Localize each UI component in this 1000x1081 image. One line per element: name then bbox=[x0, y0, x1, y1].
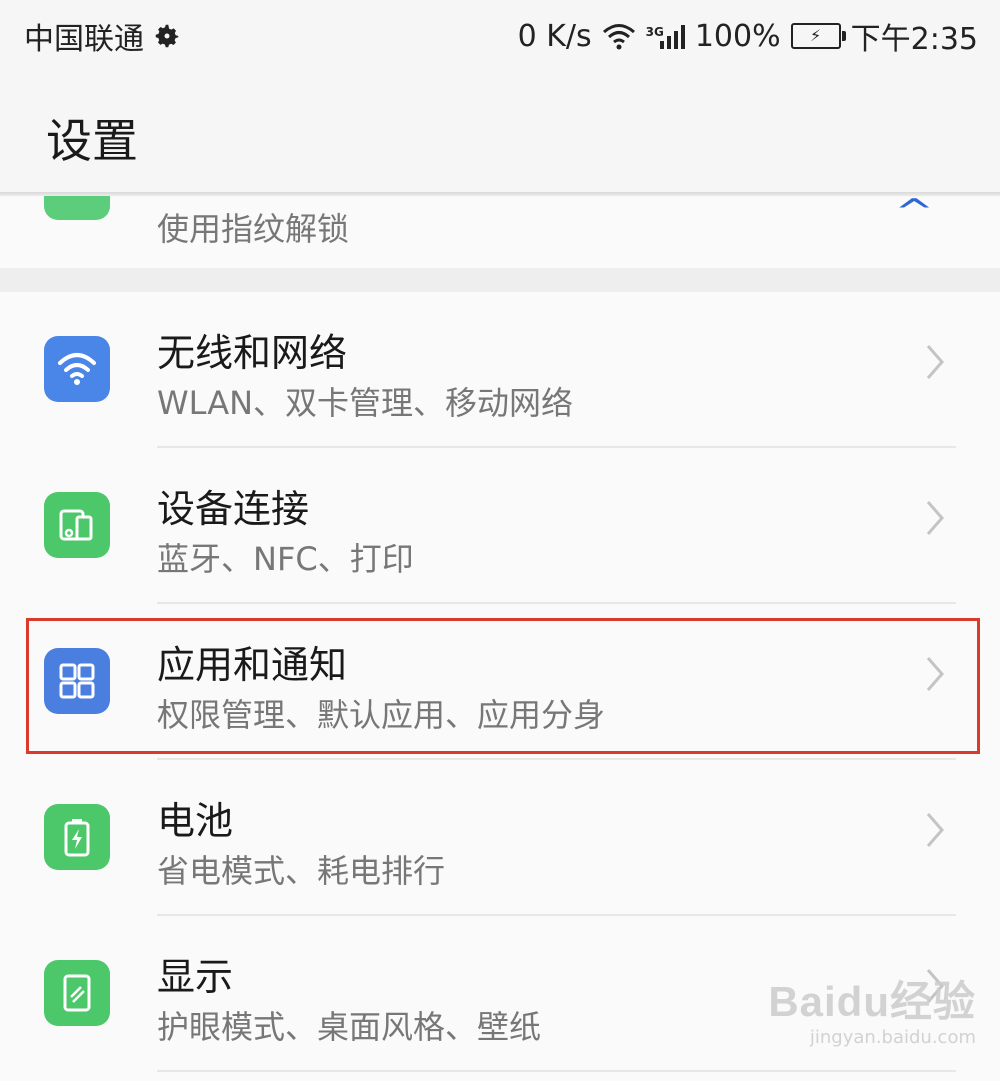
item-subtitle: 蓝牙、NFC、打印 bbox=[157, 540, 414, 578]
item-subtitle: WLAN、双卡管理、移动网络 bbox=[157, 384, 574, 422]
chevron-right-icon bbox=[926, 501, 944, 535]
section-gap bbox=[0, 268, 1000, 292]
battery-percent: 100% bbox=[694, 18, 781, 54]
watermark-brand: Baidu经验 bbox=[768, 978, 976, 1025]
item-title: 设备连接 bbox=[157, 487, 310, 531]
device-connection-icon bbox=[44, 492, 110, 558]
fingerprint-subtitle: 使用指纹解锁 bbox=[157, 210, 350, 248]
carrier-label: 中国联通 bbox=[24, 22, 144, 57]
watermark: Baidu经验 jingyan.baidu.com bbox=[768, 968, 976, 1048]
fingerprint-icon bbox=[44, 196, 110, 220]
settings-list: 无线和网络 WLAN、双卡管理、移动网络 设备连接 蓝牙、NFC、打印 应用和通… bbox=[0, 292, 1000, 1081]
item-subtitle: 护眼模式、桌面风格、壁纸 bbox=[157, 1008, 542, 1046]
gear-icon bbox=[155, 24, 179, 48]
item-title: 显示 bbox=[157, 955, 234, 999]
chevron-right-icon bbox=[926, 813, 944, 847]
battery-status-icon: ⚡ bbox=[790, 23, 846, 49]
fingerprint-item[interactable]: 使用指纹解锁 ^ bbox=[0, 196, 1000, 268]
divider bbox=[157, 1070, 956, 1072]
chevron-right-icon bbox=[926, 345, 944, 379]
watermark-url: jingyan.baidu.com bbox=[809, 1027, 976, 1048]
status-right: 0 K/s 3G 100% ⚡ 下午2:35 bbox=[518, 14, 978, 58]
item-title: 电池 bbox=[157, 799, 234, 843]
status-bar: 中国联通 0 K/s 3G 100% ⚡ 下午2:35 bbox=[0, 0, 1000, 72]
settings-item-battery[interactable]: 电池 省电模式、耗电排行 bbox=[0, 760, 1000, 916]
network-type-label: 3G bbox=[645, 25, 664, 39]
chevron-right-icon bbox=[926, 657, 944, 691]
page-title: 设置 bbox=[46, 114, 138, 168]
network-speed: 0 K/s bbox=[517, 18, 592, 54]
item-subtitle: 权限管理、默认应用、应用分身 bbox=[157, 696, 606, 734]
item-title: 应用和通知 bbox=[157, 643, 348, 687]
apps-grid-icon bbox=[44, 648, 110, 714]
clock: 下午2:35 bbox=[850, 22, 978, 57]
battery-icon bbox=[44, 804, 110, 870]
item-title: 无线和网络 bbox=[157, 331, 348, 375]
wifi-icon bbox=[44, 336, 110, 402]
display-icon bbox=[44, 960, 110, 1026]
status-left: 中国联通 bbox=[24, 14, 182, 58]
settings-item-wireless-network[interactable]: 无线和网络 WLAN、双卡管理、移动网络 bbox=[0, 292, 1000, 448]
item-subtitle: 省电模式、耗电排行 bbox=[157, 852, 446, 890]
wifi-status-icon bbox=[602, 24, 635, 50]
chevron-up-icon[interactable]: ^ bbox=[894, 196, 934, 232]
settings-item-device-connection[interactable]: 设备连接 蓝牙、NFC、打印 bbox=[0, 448, 1000, 604]
settings-item-apps-notifications[interactable]: 应用和通知 权限管理、默认应用、应用分身 bbox=[0, 604, 1000, 760]
